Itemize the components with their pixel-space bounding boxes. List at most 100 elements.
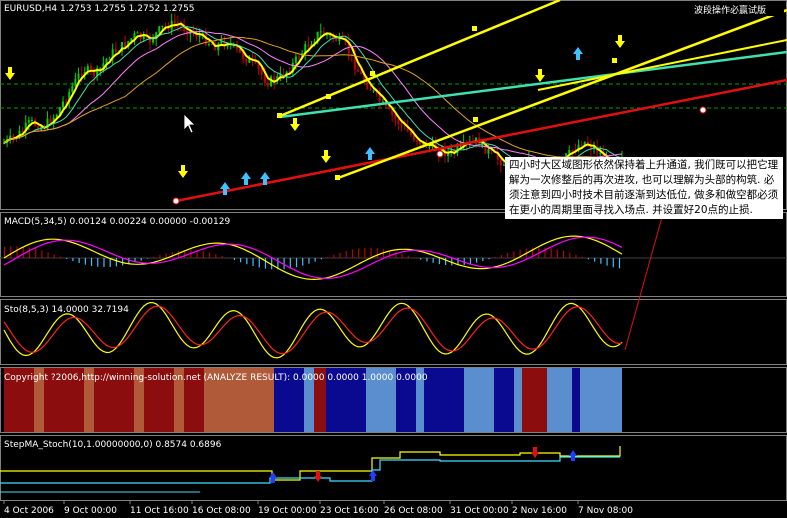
macd-hist-bar — [320, 258, 322, 260]
candle-body — [307, 44, 310, 47]
anchor-point — [612, 58, 617, 63]
stepma-upper-line — [0, 446, 621, 481]
macd-hist-bar — [4, 246, 6, 258]
anchor-point — [370, 71, 375, 76]
candle-body — [397, 118, 400, 125]
macd-hist-bar — [72, 258, 74, 262]
candle-body — [428, 146, 431, 148]
anchor-point — [472, 26, 477, 31]
candle-body — [419, 141, 422, 145]
macd-hist-bar — [488, 258, 490, 260]
anchor-point — [172, 197, 180, 205]
macd-hist-bar — [308, 258, 310, 264]
macd-hist-bar — [476, 258, 478, 263]
macd-hist-bar — [233, 258, 236, 261]
down-arrow-icon — [535, 69, 545, 82]
watermark-title: 波段操作必赢试版 — [694, 4, 766, 16]
macd-hist-bar — [215, 254, 217, 258]
candle-body — [71, 86, 74, 92]
candle-body — [62, 101, 65, 108]
macd-hist-bar — [153, 256, 155, 258]
anchor-point — [277, 113, 282, 118]
macd-hist-bar — [420, 258, 422, 260]
analyze-block — [600, 368, 622, 432]
candle-body — [74, 78, 77, 87]
macd-hist-bar — [221, 255, 223, 258]
macd-panel[interactable]: MACD(5,34,5) 0.00124 0.00224 0.00000 -0.… — [0, 217, 787, 281]
macd-hist-bar — [500, 255, 503, 258]
analyze-result-panel[interactable]: Copyright ?2006,http://winning-solution.… — [4, 368, 622, 432]
candle-body — [263, 74, 266, 83]
macd-hist-bar — [47, 252, 49, 258]
candle-body — [12, 135, 15, 138]
x-tick-label: 9 Oct 00:00 — [64, 506, 117, 516]
macd-hist-bar — [482, 258, 484, 261]
down-arrow-icon — [321, 150, 331, 163]
mouse-cursor-icon — [183, 113, 196, 134]
macd-hist-bar — [612, 258, 614, 268]
analyze-block — [464, 368, 494, 432]
candle-body — [198, 35, 201, 37]
macd-hist-bar — [351, 249, 354, 258]
macd-hist-bar — [59, 256, 62, 258]
anchor-point — [335, 175, 340, 180]
macd-hist-bar — [575, 254, 577, 258]
candle-body — [360, 71, 363, 74]
candle-body — [207, 44, 210, 46]
trading-chart[interactable]: EURUSD,H4 1.2753 1.2755 1.2752 1.2755 波段… — [0, 0, 787, 518]
down-arrow-icon — [178, 165, 188, 178]
up-arrow-icon — [569, 450, 577, 461]
analyze-block — [522, 368, 547, 432]
macd-hist-bar — [382, 248, 385, 258]
macd-hist-bar — [469, 258, 472, 264]
analyze-block — [580, 368, 600, 432]
macd-hist-bar — [314, 258, 316, 262]
macd-hist-bar — [326, 256, 329, 258]
candle-body — [294, 56, 297, 63]
analyze-block — [572, 368, 580, 432]
macd-hist-bar — [562, 250, 565, 258]
candle-body — [27, 120, 30, 123]
macd-hist-bar — [302, 258, 304, 266]
anchor-point — [473, 117, 478, 122]
candle-body — [400, 124, 403, 126]
macd-hist-bar — [370, 247, 372, 258]
macd-hist-bar — [90, 258, 93, 266]
x-tick-label: 26 Oct 08:00 — [384, 506, 443, 516]
ma-long-line — [3, 36, 623, 161]
macd-hist-bar — [202, 251, 204, 258]
candle-body — [99, 67, 102, 69]
stepma-stoch-panel[interactable]: StepMA_Stoch(10,1.00000000,0) 0.8574 0.6… — [0, 440, 621, 493]
candle-body — [409, 131, 412, 136]
macd-hist-bar — [140, 258, 142, 261]
candle-body — [568, 150, 571, 154]
candle-body — [319, 31, 322, 33]
up-arrow-icon — [241, 172, 251, 185]
macd-hist-bar — [606, 258, 608, 266]
candles — [3, 13, 623, 179]
macd-hist-bar — [618, 258, 621, 269]
note-pointer-line — [624, 209, 665, 351]
macd-hist-bar — [395, 251, 397, 258]
macd-hist-bar — [66, 258, 68, 259]
x-tick-label: 31 Oct 00:00 — [450, 506, 509, 516]
macd-hist-bar — [289, 258, 291, 269]
down-arrow-icon — [314, 471, 322, 482]
macd-hist-bar — [35, 248, 37, 258]
analyze-label: Copyright ?2006,http://winning-solution.… — [4, 373, 428, 383]
candle-body — [136, 32, 139, 34]
x-tick-label: 2 Nov 16:00 — [512, 506, 567, 516]
candle-body — [394, 115, 397, 119]
candle-body — [266, 82, 269, 87]
stochastic-panel[interactable]: Sto(8,5,3) 14.0000 32.7194 — [3, 301, 623, 359]
anchor-point — [326, 94, 331, 99]
candle-body — [152, 39, 155, 43]
sto-label: Sto(8,5,3) 14.0000 32.7194 — [4, 305, 129, 315]
candle-body — [260, 69, 263, 75]
candle-body — [369, 88, 372, 91]
macd-hist-bar — [103, 258, 105, 268]
macd-hist-bar — [569, 252, 571, 258]
x-tick-label: 11 Oct 16:00 — [130, 506, 189, 516]
channel-mid-line[interactable] — [537, 39, 787, 91]
candle-body — [487, 149, 490, 154]
